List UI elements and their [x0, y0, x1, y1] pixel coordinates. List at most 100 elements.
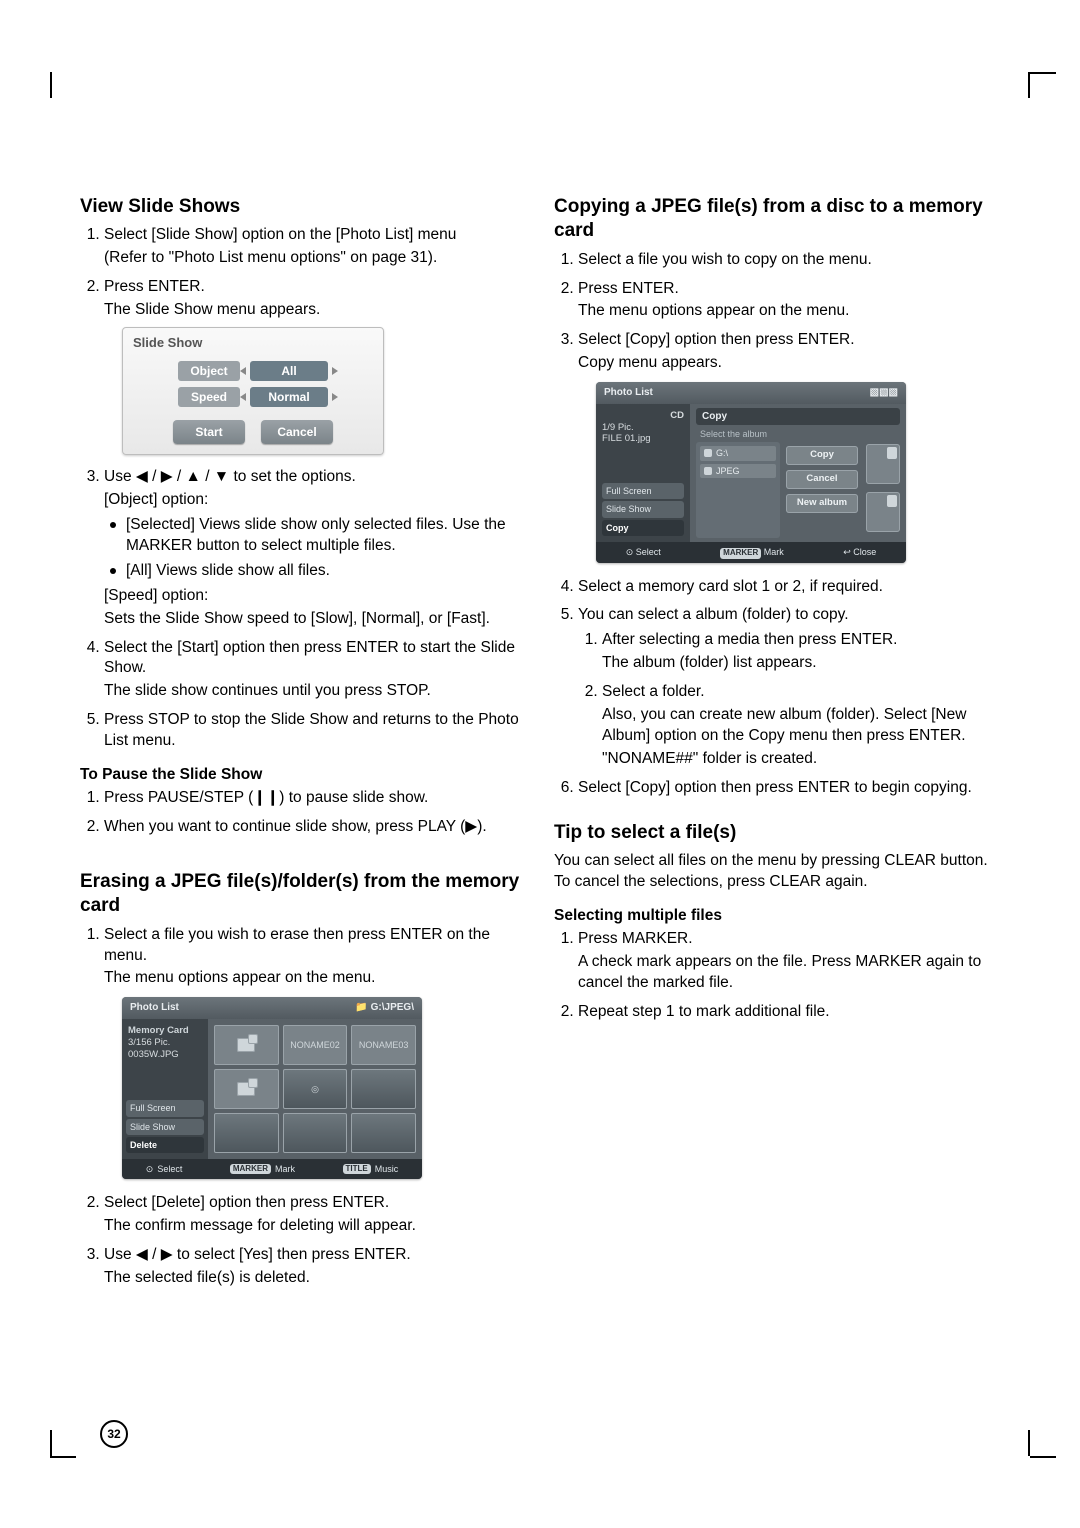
new-album-button[interactable]: New album — [786, 494, 858, 513]
text: A check mark appears on the file. Press … — [578, 952, 1000, 994]
text: Select a file you wish to erase then pre… — [104, 926, 490, 964]
text: The confirm message for deleting will ap… — [104, 1216, 526, 1237]
select-step-2: Repeat step 1 to mark additional file. — [578, 1002, 1000, 1023]
copy-panel-header: Copy — [696, 408, 900, 426]
dialog-title: Slide Show — [123, 328, 383, 358]
text: Copy menu appears. — [578, 353, 1000, 374]
photo-thumb[interactable]: ◎ — [283, 1069, 348, 1109]
folder-cell[interactable] — [214, 1069, 279, 1109]
text: You can select a album (folder) to copy. — [578, 606, 849, 623]
slide-show-dialog: Slide Show Object All Speed Normal Start… — [122, 327, 384, 455]
photo-thumb[interactable] — [351, 1069, 416, 1109]
side-filename: FILE 01.jpg — [602, 433, 684, 445]
side-btn-full-screen[interactable]: Full Screen — [602, 483, 684, 499]
heading-copying: Copying a JPEG file(s) from a disc to a … — [554, 195, 1000, 244]
side-btn-copy[interactable]: Copy — [602, 520, 684, 536]
heading-tip: Tip to select a file(s) — [554, 821, 1000, 845]
side-btn-slide-show[interactable]: Slide Show — [602, 501, 684, 517]
cancel-button[interactable]: Cancel — [786, 470, 858, 489]
page-number: 32 — [100, 1420, 128, 1448]
folder-cell[interactable]: NONAME03 — [351, 1025, 416, 1065]
folder-label: NONAME02 — [290, 1039, 340, 1051]
object-value[interactable]: All — [250, 361, 328, 381]
side-btn-full-screen[interactable]: Full Screen — [126, 1100, 204, 1116]
text: Sets the Slide Show speed to [Slow], [No… — [104, 609, 526, 630]
side-source: Memory Card — [128, 1025, 202, 1037]
photo-list-screenshot: Photo List 📁 G:\JPEG\ Memory Card 3/156 … — [122, 997, 422, 1179]
bullet: [Selected] Views slide show only selecte… — [126, 515, 526, 557]
speed-label: Speed — [178, 387, 240, 407]
text: The slide show continues until you press… — [104, 681, 526, 702]
text: Mark — [764, 547, 784, 557]
text: Select — [157, 1163, 182, 1175]
album-item[interactable]: G:\ — [700, 446, 776, 460]
copy-button[interactable]: Copy — [786, 446, 858, 465]
view-step-4: Select the [Start] option then press ENT… — [104, 638, 526, 703]
erase-step-1: Select a file you wish to erase then pre… — [104, 925, 526, 1179]
text: Select [Copy] option then press ENTER. — [578, 331, 855, 348]
object-label: Object — [178, 361, 240, 381]
copy-step-4: Select a memory card slot 1 or 2, if req… — [578, 577, 1000, 598]
text: G:\ — [716, 447, 728, 459]
text: The album (folder) list appears. — [602, 653, 1000, 674]
copy-step-2: Press ENTER. The menu options appear on … — [578, 279, 1000, 323]
pause-step-1: Press PAUSE/STEP (❙❙) to pause slide sho… — [104, 788, 526, 809]
hint-close: ↩ Close — [843, 546, 876, 559]
side-info: 3/156 Pic. — [128, 1037, 202, 1049]
text: Press MARKER. — [578, 930, 693, 947]
text: Select a folder. — [602, 683, 705, 700]
text: Press ENTER. — [578, 280, 679, 297]
folder-cell[interactable] — [214, 1025, 279, 1065]
folder-icon — [704, 467, 712, 475]
copy-step-6: Select [Copy] option then press ENTER to… — [578, 778, 1000, 799]
card-slot-1[interactable] — [866, 444, 900, 484]
copy-step-5: You can select a album (folder) to copy.… — [578, 605, 1000, 769]
selecting-subheading: Selecting multiple files — [554, 907, 1000, 925]
window-title: Photo List — [130, 1001, 179, 1015]
album-item[interactable]: JPEG — [700, 464, 776, 478]
hint-mark: MARKER Mark — [230, 1163, 295, 1175]
hint-select: ⊙ Select — [626, 546, 661, 559]
folder-icon — [237, 1038, 255, 1052]
erase-step-3: Use ◀ / ▶ to select [Yes] then press ENT… — [104, 1245, 526, 1289]
text: Also, you can create new album (folder).… — [602, 705, 1000, 747]
dialog-row-object: Object All — [123, 358, 383, 384]
photo-thumb[interactable] — [351, 1113, 416, 1153]
text: Select [Delete] option then press ENTER. — [104, 1194, 389, 1211]
folder-cell[interactable]: NONAME02 — [283, 1025, 348, 1065]
start-button[interactable]: Start — [173, 420, 245, 444]
heading-view-slide-shows: View Slide Shows — [80, 195, 526, 219]
text: (Refer to "Photo List menu options" on p… — [104, 248, 526, 269]
text: Use ◀ / ▶ / ▲ / ▼ to set the options. — [104, 468, 356, 485]
hint-music: TITLE Music — [343, 1163, 399, 1175]
copy-step-1: Select a file you wish to copy on the me… — [578, 250, 1000, 271]
text: Select — [636, 547, 661, 557]
card-slot-2[interactable] — [866, 492, 900, 532]
text: Use ◀ / ▶ to select [Yes] then press ENT… — [104, 1246, 411, 1263]
tip-paragraph: You can select all files on the menu by … — [554, 851, 1000, 893]
text: Mark — [275, 1163, 295, 1175]
side-source: CD — [602, 410, 684, 422]
drive-icon — [704, 449, 712, 457]
text: The Slide Show menu appears. — [104, 300, 526, 321]
key-label: TITLE — [343, 1164, 371, 1175]
text: The menu options appear on the menu. — [578, 301, 1000, 322]
speed-value[interactable]: Normal — [250, 387, 328, 407]
text: Press ENTER. — [104, 278, 205, 295]
view-step-3: Use ◀ / ▶ / ▲ / ▼ to set the options. [O… — [104, 467, 526, 629]
pause-step-2: When you want to continue slide show, pr… — [104, 817, 526, 838]
photo-thumb[interactable] — [283, 1113, 348, 1153]
text: Select the [Start] option then press ENT… — [104, 639, 515, 677]
heading-erasing: Erasing a JPEG file(s)/folder(s) from th… — [80, 870, 526, 919]
copy-step-5-1: After selecting a media then press ENTER… — [602, 630, 1000, 674]
text: [Speed] option: — [104, 586, 526, 607]
dialog-row-speed: Speed Normal — [123, 384, 383, 410]
cancel-button[interactable]: Cancel — [261, 420, 333, 444]
erase-step-2: Select [Delete] option then press ENTER.… — [104, 1193, 526, 1237]
photo-thumb[interactable] — [214, 1113, 279, 1153]
hint-mark: MARKER Mark — [720, 546, 784, 559]
side-btn-slide-show[interactable]: Slide Show — [126, 1119, 204, 1135]
side-btn-delete[interactable]: Delete — [126, 1137, 204, 1153]
folder-label: NONAME03 — [359, 1039, 409, 1051]
select-step-1: Press MARKER. A check mark appears on th… — [578, 929, 1000, 994]
